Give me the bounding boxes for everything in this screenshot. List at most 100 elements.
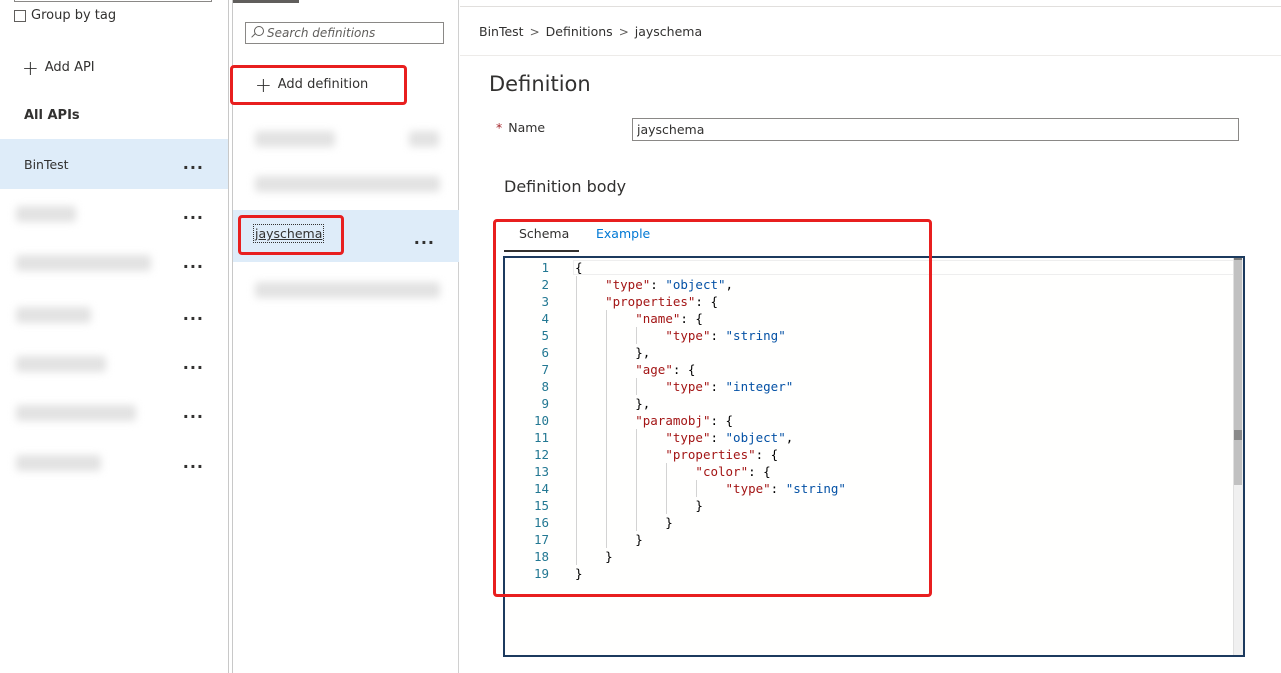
code-text: "name": { [635, 311, 703, 326]
redacted-api-name [16, 455, 101, 471]
divider [460, 6, 1281, 7]
breadcrumb-definitions[interactable]: Definitions [546, 24, 613, 39]
definition-row[interactable] [233, 264, 459, 316]
more-options-icon[interactable]: ... [183, 455, 204, 471]
code-line: 3 "properties": { [505, 293, 1235, 310]
more-options-icon[interactable]: ... [183, 206, 204, 222]
indent-guide [696, 480, 698, 497]
more-options-icon[interactable]: ... [183, 156, 204, 172]
api-row[interactable]: ... [0, 238, 228, 288]
add-api-button[interactable]: + Add API [22, 55, 95, 80]
line-number: 17 [533, 532, 549, 547]
add-api-label: Add API [44, 60, 95, 75]
code-text: "properties": { [605, 294, 719, 309]
required-marker: * [496, 120, 503, 135]
group-by-tag-toggle[interactable]: Group by tag [14, 8, 116, 23]
code-line: 17 } [505, 531, 1235, 548]
tab-example[interactable]: Example [596, 226, 650, 241]
more-options-icon[interactable]: ... [183, 255, 204, 271]
code-line: 14 "type": "string" [505, 480, 1235, 497]
code-text: } [575, 532, 643, 547]
indent-guide [576, 276, 577, 565]
divider [460, 55, 1281, 56]
code-text: } [575, 515, 673, 530]
indent-guide [636, 429, 638, 531]
api-row[interactable]: ... [0, 388, 228, 438]
code-text: "type": "object", [665, 430, 794, 445]
definition-detail-pane: BinTest > Definitions > jayschema Defini… [460, 0, 1281, 673]
line-number: 8 [541, 379, 549, 394]
code-line: 7 "age": { [505, 361, 1235, 378]
group-by-tag-checkbox[interactable] [14, 9, 26, 22]
breadcrumb-api[interactable]: BinTest [479, 24, 524, 39]
line-number: 14 [533, 481, 549, 496]
line-number: 19 [533, 566, 549, 581]
line-number: 1 [541, 260, 549, 275]
more-options-icon[interactable]: ... [183, 405, 204, 421]
search-definitions-box[interactable] [245, 22, 444, 44]
redacted-definition-detail [409, 131, 439, 147]
api-name: BinTest [24, 156, 69, 172]
name-label-text: Name [508, 120, 546, 135]
api-row[interactable]: ... [0, 189, 228, 239]
indent-guide [666, 463, 668, 514]
line-number: 2 [541, 277, 549, 292]
line-number: 15 [533, 498, 549, 513]
name-field[interactable] [632, 118, 1239, 141]
group-by-tag-label: Group by tag [31, 8, 117, 23]
api-row[interactable]: ... [0, 438, 228, 488]
scrollbar-thumb[interactable] [1234, 260, 1242, 485]
breadcrumb-separator: > [529, 24, 540, 39]
tab-schema[interactable]: Schema [519, 226, 569, 241]
more-options-icon[interactable]: ... [414, 231, 435, 247]
api-row[interactable]: ... [0, 339, 228, 389]
redacted-api-name [16, 307, 91, 323]
search-definitions-input[interactable] [267, 26, 437, 40]
breadcrumb-separator: > [618, 24, 629, 39]
code-text: "type": "string" [725, 481, 846, 496]
code-line: 4 "name": { [505, 310, 1235, 327]
more-options-icon[interactable]: ... [183, 307, 204, 323]
editor-scrollbar[interactable] [1233, 258, 1243, 655]
code-line: 2 "type": "object", [505, 276, 1235, 293]
indent-guide [606, 310, 608, 548]
definition-row-jayschema[interactable]: jayschema ... [233, 210, 459, 262]
code-text: } [575, 566, 583, 581]
code-line: 11 "type": "object", [505, 429, 1235, 446]
redacted-api-name [16, 405, 136, 421]
indent-guide [636, 327, 638, 344]
redacted-api-name [16, 206, 76, 222]
code-line: 9 }, [505, 395, 1235, 412]
line-number: 5 [541, 328, 549, 343]
definition-row[interactable] [233, 158, 459, 210]
line-number: 3 [541, 294, 549, 309]
definitions-list-pane: + Add definition jayschema ... [232, 0, 459, 673]
name-field-label: * Name [496, 120, 545, 135]
active-tab-indicator [233, 0, 299, 3]
code-text: } [575, 549, 613, 564]
plus-icon: + [255, 72, 272, 97]
code-text: } [575, 498, 703, 513]
line-number: 18 [533, 549, 549, 564]
api-row[interactable]: ... [0, 290, 228, 340]
scrollbar-position-marker [1234, 430, 1242, 440]
more-options-icon[interactable]: ... [183, 356, 204, 372]
code-line: 15 } [505, 497, 1235, 514]
plus-icon: + [22, 55, 39, 80]
code-line: 10 "paramobj": { [505, 412, 1235, 429]
api-row-bintest[interactable]: BinTest ... [0, 139, 228, 189]
add-definition-button[interactable]: + Add definition [255, 72, 369, 97]
add-definition-label: Add definition [277, 77, 369, 92]
code-line: 5 "type": "string" [505, 327, 1235, 344]
code-text: { [575, 260, 583, 275]
code-text: "type": "object", [605, 277, 734, 292]
code-text: "color": { [695, 464, 771, 479]
definition-name-link[interactable]: jayschema [252, 224, 325, 243]
indent-guide [636, 378, 638, 395]
code-text: "paramobj": { [635, 413, 734, 428]
filter-apis-input[interactable] [14, 0, 212, 2]
schema-code-editor[interactable]: 1{2 "type": "object", 3 "properties": {4 … [503, 256, 1245, 657]
code-line: 8 "type": "integer" [505, 378, 1235, 395]
line-number: 9 [541, 396, 549, 411]
code-text: }, [575, 396, 651, 411]
